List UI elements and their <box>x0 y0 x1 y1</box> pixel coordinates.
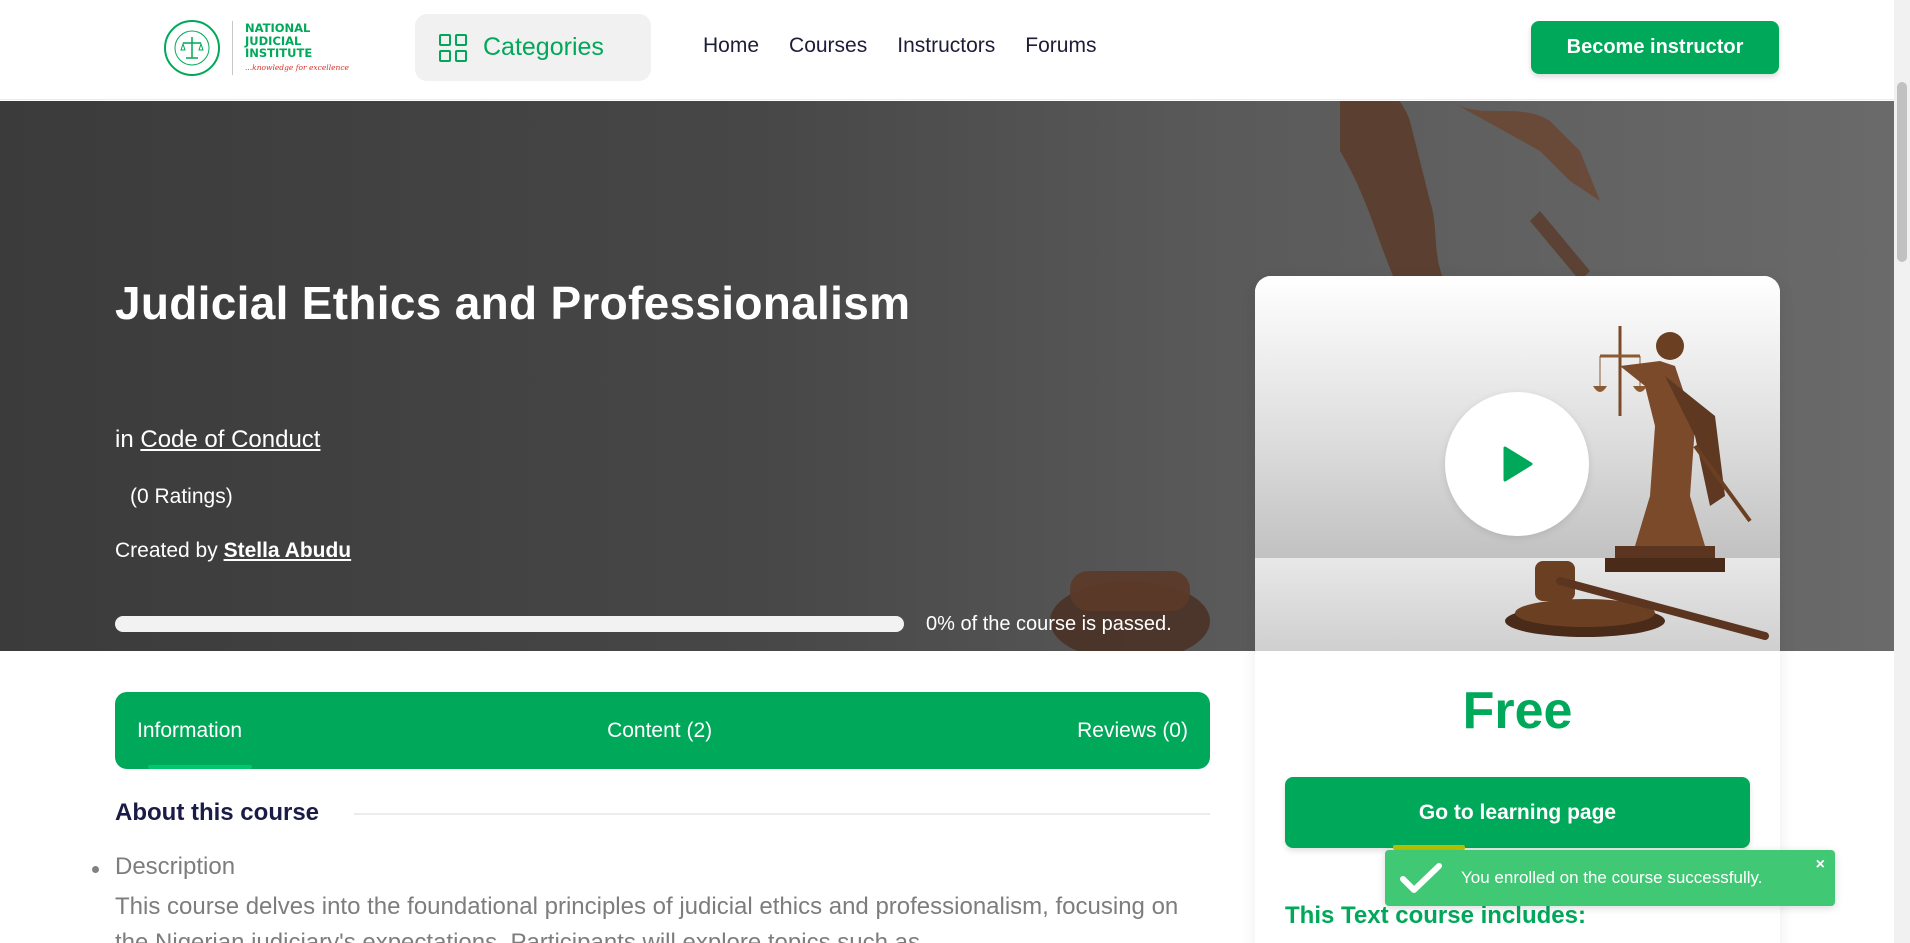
go-to-learning-page-button[interactable]: Go to learning page <box>1285 777 1750 848</box>
logo-tagline: ...knowledge for excellence <box>245 62 349 72</box>
tab-reviews[interactable]: Reviews (0) <box>1077 719 1188 743</box>
course-title: Judicial Ethics and Professionalism <box>115 277 911 329</box>
course-includes-heading: This Text course includes: <box>1285 902 1586 929</box>
enroll-success-toast: You enrolled on the course successfully.… <box>1385 850 1835 906</box>
logo-line-3: INSTITUTE <box>245 46 313 60</box>
categories-label: Categories <box>483 33 604 61</box>
close-icon[interactable]: × <box>1816 856 1825 874</box>
gavel-image <box>1505 561 1769 640</box>
course-tabs: Information Content (2) Reviews (0) <box>115 692 1210 769</box>
page-scrollbar[interactable] <box>1894 0 1910 943</box>
logo-divider <box>232 21 233 75</box>
tab-content[interactable]: Content (2) <box>607 719 712 743</box>
toast-message: You enrolled on the course successfully. <box>1461 868 1763 887</box>
course-category: in Code of Conduct <box>115 426 320 454</box>
nav-instructors[interactable]: Instructors <box>897 34 995 58</box>
author-link[interactable]: Stella Abudu <box>224 539 352 562</box>
site-header: NATIONAL JUDICIAL INSTITUTE ...knowledge… <box>0 0 1894 100</box>
created-by: Created by Stella Abudu <box>115 539 351 563</box>
lady-justice-image <box>1593 326 1752 572</box>
description-text: This course delves into the foundational… <box>115 893 1179 943</box>
course-preview-video[interactable] <box>1255 276 1780 651</box>
created-by-prefix: Created by <box>115 539 218 562</box>
play-icon <box>1503 446 1533 482</box>
logo-line-1: NATIONAL <box>245 21 311 35</box>
nav-courses[interactable]: Courses <box>789 34 867 58</box>
tab-active-indicator <box>148 765 252 769</box>
nav-home[interactable]: Home <box>703 34 759 58</box>
about-divider <box>354 813 1210 815</box>
category-prefix: in <box>115 426 134 453</box>
categories-button[interactable]: Categories <box>415 14 651 81</box>
logo-seal-icon <box>164 20 220 76</box>
nji-logo[interactable]: NATIONAL JUDICIAL INSTITUTE ...knowledge… <box>164 18 349 78</box>
course-price: Free <box>1462 682 1573 740</box>
about-heading: About this course <box>115 799 320 826</box>
become-instructor-button[interactable]: Become instructor <box>1531 21 1779 74</box>
course-progress-bar <box>115 616 904 632</box>
course-progress-text: 0% of the course is passed. <box>926 613 1172 635</box>
check-icon <box>1400 863 1442 893</box>
description-label: Description <box>115 853 236 880</box>
play-video-button[interactable] <box>1445 392 1589 536</box>
tab-information[interactable]: Information <box>137 719 242 743</box>
ratings-count: (0 Ratings) <box>130 485 233 508</box>
grid-icon <box>439 33 467 62</box>
main-nav: Home Courses Instructors Forums <box>703 34 1096 58</box>
logo-wordmark: NATIONAL JUDICIAL INSTITUTE ...knowledge… <box>245 22 349 74</box>
nav-forums[interactable]: Forums <box>1025 34 1096 58</box>
description-bullet <box>92 866 99 873</box>
course-sidebar-card: Free Go to learning page This Text cours… <box>1255 276 1780 943</box>
scrollbar-thumb[interactable] <box>1897 82 1907 262</box>
category-link[interactable]: Code of Conduct <box>140 426 320 453</box>
